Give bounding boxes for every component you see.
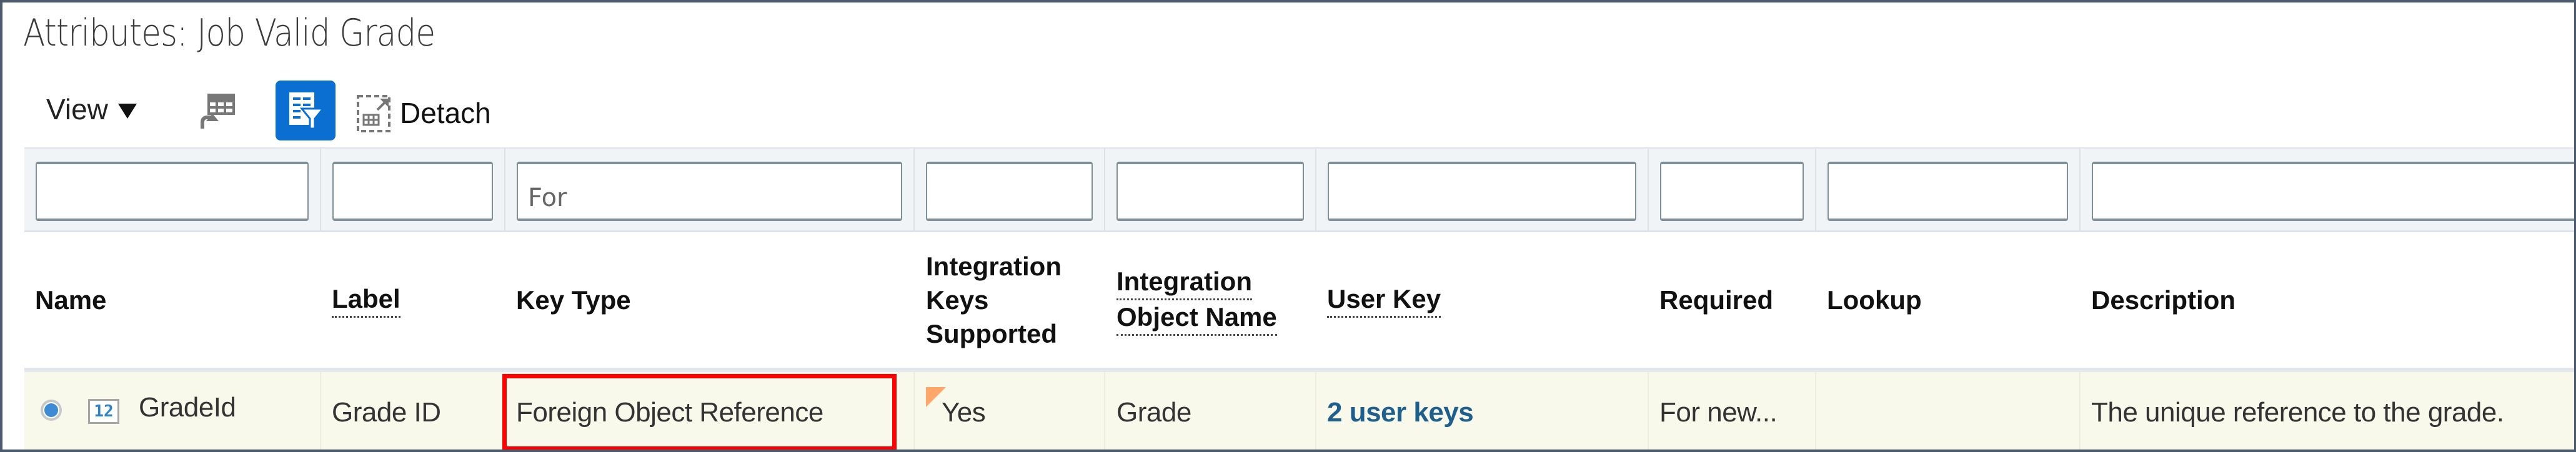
filter-input-user-key[interactable] xyxy=(1328,162,1636,221)
cell-description-text: The unique reference to the grade. xyxy=(2091,397,2504,428)
cell-integration-keys-text: Yes xyxy=(942,397,986,428)
filter-cell-description xyxy=(2081,149,2574,230)
number-type-icon: 12 xyxy=(88,399,119,424)
cell-lookup xyxy=(1816,372,2081,450)
filter-input-name[interactable] xyxy=(36,162,309,221)
cell-integration-keys-supported: Yes xyxy=(915,372,1105,450)
column-header-label: User Key xyxy=(1327,282,1441,318)
user-keys-link[interactable]: 2 user keys xyxy=(1327,397,1474,428)
column-header-label: Supported xyxy=(926,318,1057,348)
cell-key-type: Foreign Object Reference xyxy=(505,372,915,450)
column-header-label: Keys xyxy=(926,285,989,315)
filter-input-required[interactable] xyxy=(1660,162,1804,221)
cell-required-text: For new... xyxy=(1659,397,1778,428)
column-header-label: Object Name xyxy=(1116,300,1277,336)
query-by-example-icon xyxy=(289,92,324,130)
column-header-label: Description xyxy=(2091,285,2236,315)
cell-integration-object-text: Grade xyxy=(1116,397,1191,428)
column-header-key-type[interactable]: Key Type xyxy=(516,232,915,368)
cell-key-type-text: Foreign Object Reference xyxy=(516,397,823,428)
column-header-label: Required xyxy=(1659,285,1774,315)
column-header-row: Name Label Key Type Integration Keys Sup… xyxy=(24,232,2574,370)
column-header-label: Name xyxy=(35,285,107,315)
column-header-label: Key Type xyxy=(516,285,631,315)
cell-required: For new... xyxy=(1649,372,1816,450)
column-header-required[interactable]: Required xyxy=(1659,232,1816,368)
column-header-integration-keys-supported[interactable]: Integration Keys Supported xyxy=(926,232,1105,368)
cell-label: Grade ID xyxy=(321,372,505,450)
column-header-integration-object-name[interactable]: Integration Object Name xyxy=(1116,232,1316,368)
cell-label-text: Grade ID xyxy=(332,397,441,428)
detach-label: Detach xyxy=(400,97,491,129)
filter-cell-required xyxy=(1649,149,1816,230)
column-header-lookup[interactable]: Lookup xyxy=(1827,232,2081,368)
cell-user-key: 2 user keys xyxy=(1316,372,1649,450)
view-menu-label: View xyxy=(46,93,108,125)
column-header-name[interactable]: Name xyxy=(35,232,321,368)
attributes-panel: Attributes: Job Valid Grade View Detach … xyxy=(0,0,2576,452)
cell-integration-object-name: Grade xyxy=(1105,372,1316,450)
filter-input-integration-keys[interactable] xyxy=(926,162,1093,221)
column-header-label-col[interactable]: Label xyxy=(332,232,505,368)
column-header-label: Integration xyxy=(1116,265,1252,300)
column-header-user-key[interactable]: User Key xyxy=(1327,232,1649,368)
filter-cell-integration-object xyxy=(1105,149,1316,230)
filter-cell-integration-keys xyxy=(915,149,1105,230)
query-by-example-button[interactable] xyxy=(276,81,336,140)
filter-input-integration-object[interactable] xyxy=(1116,162,1304,221)
page-title: Attributes: Job Valid Grade xyxy=(23,11,435,55)
column-header-label: Lookup xyxy=(1827,285,1922,315)
filter-cell-label xyxy=(321,149,505,230)
view-menu-button[interactable]: View xyxy=(46,92,137,126)
filter-input-key-type[interactable] xyxy=(517,162,902,221)
detach-button[interactable]: Detach xyxy=(356,92,491,134)
filter-cell-user-key xyxy=(1316,149,1649,230)
filter-input-lookup[interactable] xyxy=(1828,162,2068,221)
filter-cell-key-type xyxy=(505,149,915,230)
filter-input-label[interactable] xyxy=(332,162,493,221)
cell-description: The unique reference to the grade. xyxy=(2081,372,2574,450)
cell-name-text: GradeId xyxy=(139,392,236,423)
row-select-radio[interactable] xyxy=(41,400,62,421)
table-row[interactable]: 12 GradeId Grade ID Foreign Object Refer… xyxy=(24,370,2574,450)
filter-input-description[interactable] xyxy=(2092,162,2574,221)
filter-cell-name xyxy=(24,149,321,230)
filter-cell-lookup xyxy=(1816,149,2081,230)
cell-name: 12 GradeId xyxy=(24,372,321,450)
filter-row xyxy=(24,147,2574,232)
caret-down-icon xyxy=(117,104,137,119)
radio-selected-dot xyxy=(44,403,58,417)
detach-icon xyxy=(357,95,390,132)
column-header-label: Integration xyxy=(926,251,1062,281)
freeze-table-icon[interactable] xyxy=(197,92,236,131)
toolbar: View Detach xyxy=(2,79,2574,141)
column-header-label: Label xyxy=(332,282,400,318)
attributes-table: Name Label Key Type Integration Keys Sup… xyxy=(24,147,2574,450)
column-header-description[interactable]: Description xyxy=(2091,232,2574,368)
